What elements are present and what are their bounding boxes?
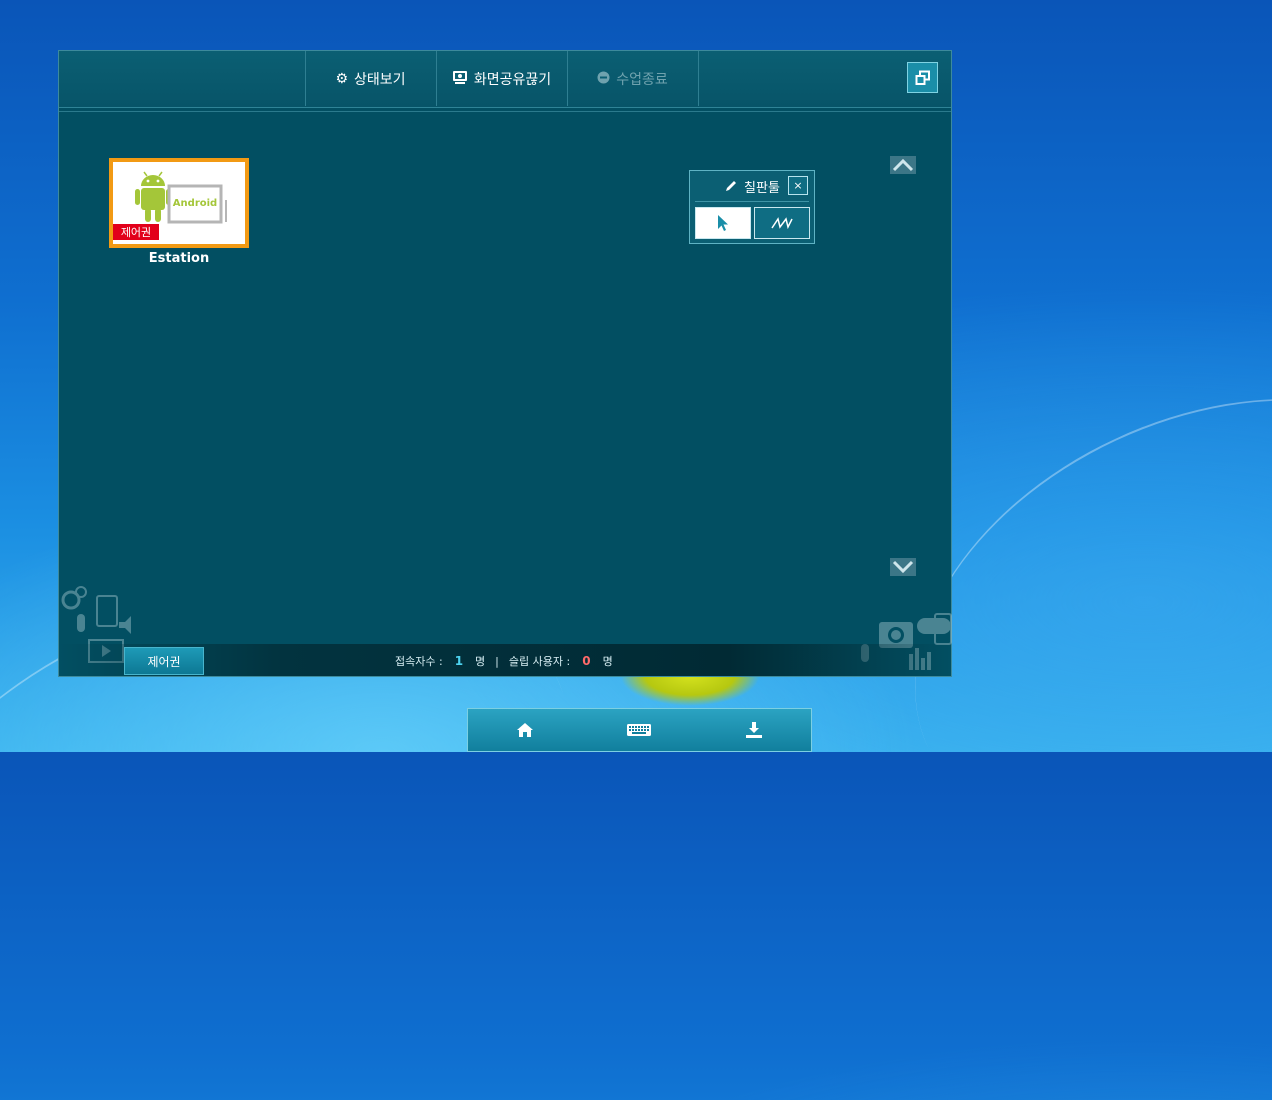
end-class-label: 수업종료 [616,71,668,88]
home-button[interactable] [505,713,545,747]
sleep-label: 슬립 사용자 : [508,655,571,668]
pencil-icon [726,181,737,191]
toolbar-divider [698,51,699,106]
connected-unit: 명 [475,655,486,668]
keyboard-icon [627,724,652,736]
desktop-flower [620,676,760,706]
screen-share-off-button[interactable]: 화면공유끊기 [436,51,566,106]
device-tile[interactable]: Android 제어권 [109,158,249,248]
monitor-icon [452,70,468,88]
chalkboard-title-label: 칠판툴 [744,180,780,196]
pointer-tool-button[interactable] [695,207,751,239]
device-name: Estation [148,251,210,266]
control-button[interactable]: 제어권 [124,647,204,675]
sleep-unit: 명 [602,655,613,668]
status-view-label: 상태보기 [354,71,406,88]
cursor-icon [718,215,728,231]
home-icon [517,723,534,737]
status-bar: 제어권 접속자수 : 1 명 | 슬립 사용자 : 0 명 [59,644,951,676]
pen-tool-button[interactable] [754,207,810,239]
chalkboard-tool-panel: 칠판툴 × [689,170,815,244]
gear-icon: ⚙ [335,70,349,87]
end-class-button[interactable]: 수업종료 [567,51,697,106]
status-view-button[interactable]: ⚙ 상태보기 [305,51,435,106]
toolbar: ⚙ 상태보기 화면공유끊기 수업종료 [59,51,951,108]
class-control-window: ⚙ 상태보기 화면공유끊기 수업종료 Android 제어권 Estation … [58,50,952,677]
connected-count: 1 [454,654,464,668]
chalkboard-close-button[interactable]: × [788,176,808,195]
sleep-count: 0 [582,654,591,668]
pen-stroke-icon [771,217,793,230]
chevron-up-icon [892,158,914,172]
download-icon [745,722,762,738]
keyboard-button[interactable] [619,713,659,747]
connection-status: 접속자수 : 1 명 | 슬립 사용자 : 0 명 [395,653,613,669]
bottom-dock [467,708,812,752]
control-badge: 제어권 [113,224,159,240]
chalkboard-divider [695,201,809,202]
scroll-up-button[interactable] [890,156,916,174]
device-area: Android 제어권 Estation 칠판툴 × [59,111,952,670]
device-thumb-text: Android [172,198,218,209]
minus-circle-icon [597,71,610,87]
restore-window-button[interactable] [907,62,938,93]
screen-share-off-label: 화면공유끊기 [473,71,552,88]
connected-label: 접속자수 : [395,655,443,668]
download-button[interactable] [734,713,774,747]
status-separator: | [495,654,499,668]
device-thumbnail: Android 제어권 [113,162,245,244]
restore-window-icon [915,70,930,85]
chevron-down-icon [892,560,914,574]
scroll-down-button[interactable] [890,558,916,576]
